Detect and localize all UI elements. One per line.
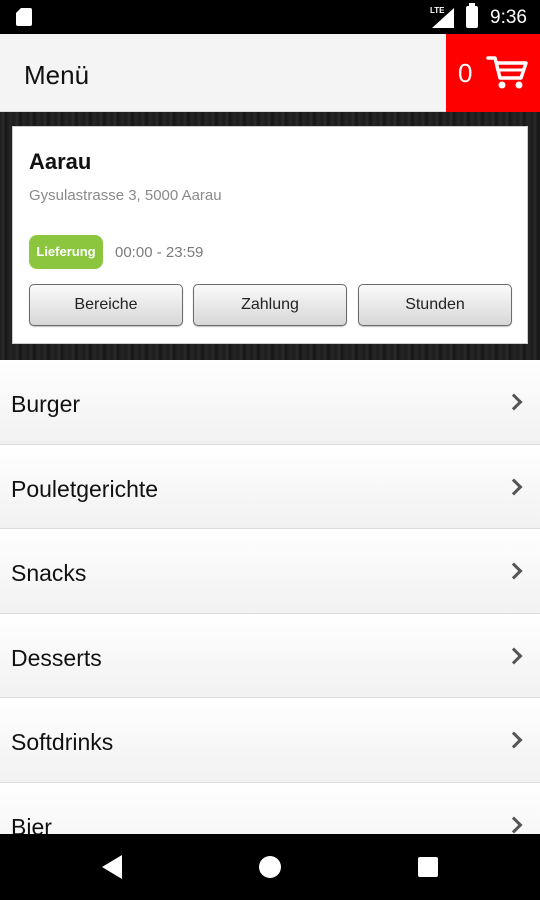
chevron-right-icon [505, 647, 523, 664]
category-snacks[interactable]: Snacks [0, 529, 540, 614]
category-burger[interactable]: Burger [0, 360, 540, 445]
store-name: Aarau [29, 149, 92, 174]
clock: 9:36 [490, 7, 527, 28]
chevron-right-icon [505, 731, 523, 749]
store-card: Aarau Gysulastrasse 3, 5000 Aarau Liefer… [12, 126, 528, 344]
category-label: Burger [11, 391, 81, 417]
delivery-badge: Lieferung [29, 235, 103, 269]
opening-hours: 00:00 - 23:59 [115, 244, 204, 261]
battery-icon [466, 3, 478, 28]
system-nav-bar [0, 834, 540, 900]
chevron-right-icon [505, 816, 523, 833]
cart-count: 0 [458, 58, 473, 88]
cart-button[interactable]: 0 [446, 34, 540, 112]
page-title: Menü [24, 60, 90, 90]
chevron-right-icon [505, 562, 523, 580]
category-label: Softdrinks [11, 729, 114, 755]
back-icon[interactable] [102, 855, 122, 879]
recents-icon[interactable] [418, 857, 438, 877]
payment-button[interactable]: Zahlung [193, 284, 347, 326]
chevron-right-icon [505, 393, 523, 411]
hours-button[interactable]: Stunden [358, 284, 512, 326]
sd-card-icon [16, 8, 32, 26]
category-list: Burger Pouletgerichte Snacks Desserts So… [0, 360, 540, 834]
app-header: Menü 0 [0, 34, 540, 112]
category-label: Snacks [11, 560, 87, 586]
category-label: Desserts [11, 644, 102, 671]
category-bier[interactable]: Bier [0, 782, 540, 835]
category-label: Bier [11, 813, 52, 835]
status-bar: LTE 9:36 [0, 0, 540, 34]
category-pouletgerichte[interactable]: Pouletgerichte [0, 444, 540, 529]
home-icon[interactable] [259, 856, 281, 878]
areas-button[interactable]: Bereiche [29, 284, 183, 326]
cart-icon [486, 56, 528, 89]
category-label: Pouletgerichte [11, 475, 159, 502]
chevron-right-icon [505, 478, 523, 495]
category-desserts[interactable]: Desserts [0, 613, 540, 698]
store-banner: Aarau Gysulastrasse 3, 5000 Aarau Liefer… [0, 112, 540, 360]
network-label: LTE [430, 6, 445, 15]
store-address: Gysulastrasse 3, 5000 Aarau [29, 187, 222, 204]
category-softdrinks[interactable]: Softdrinks [0, 698, 540, 783]
